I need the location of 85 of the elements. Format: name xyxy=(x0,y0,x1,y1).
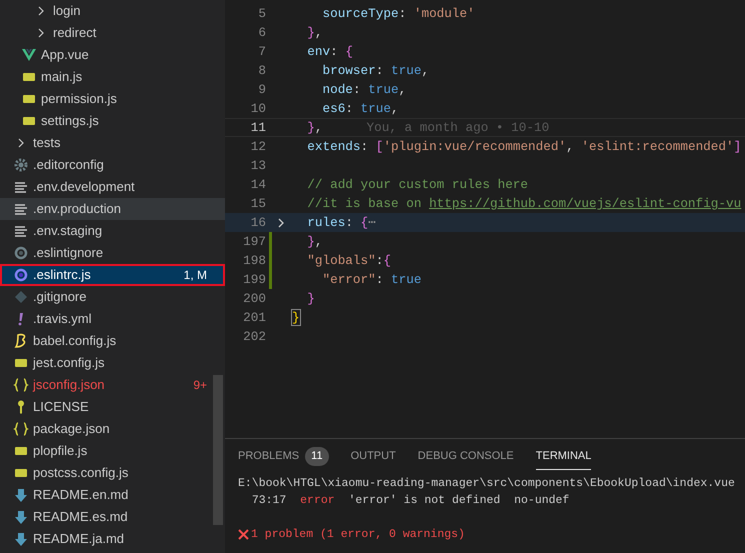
file-item[interactable]: plopfile.js xyxy=(0,440,225,462)
code-text: rules: {⋯ xyxy=(306,214,376,232)
file-item[interactable]: jsconfig.json 9+ xyxy=(0,374,225,396)
file-item[interactable]: main.js xyxy=(0,66,225,88)
file-item[interactable]: .gitignore xyxy=(0,286,225,308)
problem-message: 'error' is not defined xyxy=(348,492,500,509)
code-text: }, xyxy=(306,118,322,137)
vue-logo-icon xyxy=(21,47,37,63)
problem-location: 73:17 xyxy=(252,492,286,509)
file-item[interactable]: postcss.config.js xyxy=(0,462,225,484)
line-number: 202 xyxy=(242,328,266,346)
line-number: 5 xyxy=(257,4,266,23)
code-text: } xyxy=(306,290,315,308)
file-item[interactable]: permission.js xyxy=(0,88,225,110)
code-text: browser: true, xyxy=(321,62,430,80)
ring-icon xyxy=(13,267,29,283)
braces-icon xyxy=(13,421,29,437)
blame-annotation: You, a month ago • 10-10 xyxy=(366,118,550,137)
download-arrow-icon xyxy=(13,531,29,547)
line-number: 16 xyxy=(250,214,266,232)
file-item[interactable]: .eslintignore xyxy=(0,242,225,264)
file-item[interactable]: babel.config.js xyxy=(0,330,225,352)
code-text: "error": true xyxy=(321,270,422,289)
scrollbar-thumb[interactable] xyxy=(213,375,223,525)
file-item[interactable]: jest.config.js xyxy=(0,352,225,374)
folder-item[interactable]: login xyxy=(0,0,225,22)
download-arrow-icon xyxy=(13,487,29,503)
code-text: env: { xyxy=(306,42,353,61)
file-item[interactable]: .env.production xyxy=(0,198,225,220)
braces-icon xyxy=(13,377,29,393)
rule-name: no-undef xyxy=(514,492,570,509)
line-number: 197 xyxy=(242,232,266,251)
panel-tab[interactable]: DEBUG CONSOLE xyxy=(418,444,514,470)
code-text: //it is base on https://github.com/vuejs/eslint-config-vu xyxy=(306,194,742,213)
panel-tab[interactable]: PROBLEMS 11 xyxy=(238,443,329,471)
code-text: }, xyxy=(306,24,322,42)
problem-summary: 1 problem (1 error, 0 warnings) xyxy=(251,526,465,543)
line-number: 201 xyxy=(242,308,266,327)
file-item[interactable]: README.es.md xyxy=(0,506,225,528)
file-item[interactable]: LICENSE xyxy=(0,396,225,418)
line-number: 6 xyxy=(257,24,266,42)
gear-icon xyxy=(13,157,29,173)
file-item[interactable]: .env.development xyxy=(0,176,225,198)
line-number: 10 xyxy=(250,100,266,118)
file-item[interactable]: README.en.md xyxy=(0,484,225,506)
folder-item[interactable]: redirect xyxy=(0,22,225,44)
diamond-icon xyxy=(13,289,29,305)
folder-item[interactable]: tests xyxy=(0,132,225,154)
code-text: node: true, xyxy=(321,80,406,99)
line-number: 11 xyxy=(250,118,266,137)
download-arrow-icon xyxy=(13,509,29,525)
file-item[interactable]: .travis.yml xyxy=(0,308,225,330)
line-number: 8 xyxy=(257,62,266,80)
severity-label: error xyxy=(300,492,335,509)
line-number: 9 xyxy=(257,80,266,99)
file-item[interactable]: .editorconfig xyxy=(0,154,225,176)
code-text: // add your custom rules here xyxy=(306,176,528,194)
problem-count: 9+ xyxy=(193,377,207,394)
code-text: }, xyxy=(306,232,322,251)
code-text: "globals":{ xyxy=(306,252,392,270)
code-text: sourceType: 'module' xyxy=(321,4,475,23)
line-number: 7 xyxy=(257,42,266,61)
line-number: 200 xyxy=(242,290,266,308)
line-number: 12 xyxy=(250,138,266,156)
line-number: 198 xyxy=(242,252,266,270)
file-item[interactable]: settings.js xyxy=(0,110,225,132)
file-item[interactable]: App.vue xyxy=(0,44,225,66)
line-number: 199 xyxy=(242,270,266,289)
error-cross-icon xyxy=(238,529,249,540)
line-number: 15 xyxy=(250,194,266,213)
panel-tab[interactable]: OUTPUT xyxy=(350,444,396,470)
file-item[interactable]: .env.staging xyxy=(0,220,225,242)
code-text: es6: true, xyxy=(321,100,399,118)
file-item[interactable]: README.ja.md xyxy=(0,528,225,550)
code-text: } xyxy=(292,308,300,327)
file-path: E:\book\HTGL\xiaomu-reading-manager\src\components\EbookUpload\index.vue xyxy=(238,476,735,492)
line-number: 14 xyxy=(250,176,266,194)
panel-tab[interactable]: TERMINAL xyxy=(536,444,592,470)
file-item[interactable]: .eslintrc.js 1, M xyxy=(0,264,225,286)
problem-count: 1, M xyxy=(184,267,207,284)
count-badge: 11 xyxy=(305,447,329,466)
code-text: extends: ['plugin:vue/recommended', 'eslint:recommended'] xyxy=(306,138,742,156)
file-item[interactable]: package.json xyxy=(0,418,225,440)
ring-icon xyxy=(13,245,29,261)
line-number: 13 xyxy=(250,156,266,175)
